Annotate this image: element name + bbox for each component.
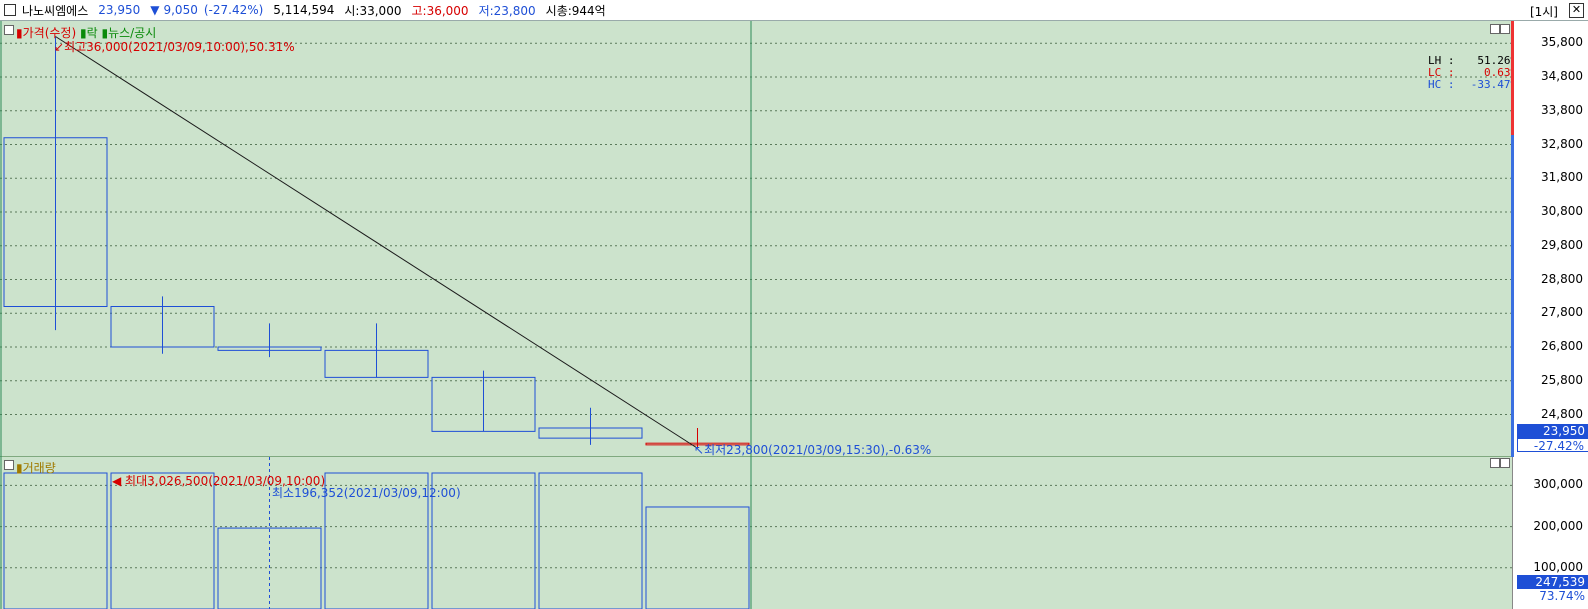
min-price-label: 최저23,800(2021/03/09,15:30),-0.63% bbox=[704, 443, 932, 457]
volume-legend-label: 거래량 bbox=[22, 461, 56, 475]
volume-axis: 300,000 200,000 100,000 247,539 73.74% bbox=[1512, 457, 1588, 609]
price-axis-tick: 25,800 bbox=[1541, 372, 1583, 387]
current-price: 23,950 bbox=[98, 3, 141, 17]
volume-bar bbox=[3, 472, 108, 609]
volume-axis-tick: 300,000 bbox=[1533, 477, 1583, 492]
price-chart-panel[interactable]: ▮가격(수정) ▮락 ▮뉴스/공시 ↙최고36,000(2021/03/09,1… bbox=[0, 21, 1517, 458]
volume-legend: ▮거래량 bbox=[16, 459, 56, 476]
price-axis-tick: 26,800 bbox=[1541, 339, 1583, 353]
price-change-pct: (-27.42%) bbox=[203, 3, 264, 17]
down-range-bar bbox=[1511, 135, 1514, 457]
min-volume-label: 최소196,352(2021/03/09,12:00) bbox=[272, 486, 461, 500]
current-volume-tag: 247,539 bbox=[1517, 575, 1588, 589]
low-group: 저:23,800 bbox=[479, 2, 536, 19]
min-price-annotation: ↖최저23,800(2021/03/09,15:30),-0.63% bbox=[694, 441, 931, 458]
volume-bar bbox=[645, 506, 750, 609]
stock-checkbox[interactable] bbox=[4, 4, 16, 16]
price-change: 9,050 bbox=[163, 3, 198, 17]
volume-axis-tick: 200,000 bbox=[1533, 518, 1583, 533]
high-price: 36,000 bbox=[426, 3, 469, 18]
low-price: 23,800 bbox=[493, 3, 536, 18]
price-axis-tick: 33,800 bbox=[1541, 102, 1583, 117]
max-arrow-icon: ↙ bbox=[54, 40, 65, 54]
price-axis-tick: 30,800 bbox=[1541, 204, 1583, 218]
volume-legend-marker-icon: ▮ bbox=[16, 461, 23, 475]
panel-menu-icon[interactable] bbox=[4, 25, 14, 35]
stat-hc: HC : -33.47% bbox=[1428, 78, 1518, 91]
min-arrow-icon: ↖ bbox=[694, 443, 705, 457]
market-cap-group: 시총:944억 bbox=[546, 2, 606, 19]
volume-chart-panel[interactable]: ▮거래량 ◀ 최대3,026,500(2021/03/09,10:00) 최소1… bbox=[0, 457, 1512, 609]
range-stats: LH : 51.26% LC : 0.63% HC : -33.47% bbox=[1428, 55, 1517, 91]
current-price-tag: 23,950 bbox=[1517, 424, 1588, 438]
stock-header-bar: 나노씨엠에스 23,950 ▼ 9,050 (-27.42%) 5,114,59… bbox=[0, 0, 1588, 21]
max-price-label: 최고36,000(2021/03/09,10:00),50.31% bbox=[64, 40, 295, 54]
price-chart-canvas bbox=[0, 21, 1512, 457]
volume-panel-menu-icon[interactable] bbox=[4, 460, 14, 470]
open-label: 시: bbox=[344, 3, 360, 18]
change-arrow-icon: ▼ bbox=[150, 3, 160, 17]
volume-panel-close-icon[interactable] bbox=[1500, 458, 1510, 468]
max-volume-marker-icon: ◀ bbox=[112, 474, 126, 488]
max-price-annotation: ↙최고36,000(2021/03/09,10:00),50.31% bbox=[54, 38, 295, 55]
up-range-bar bbox=[1511, 21, 1514, 135]
price-axis-tick: 31,800 bbox=[1541, 170, 1583, 185]
current-price-pct: -27.42% bbox=[1517, 438, 1588, 453]
period-selector[interactable]: [1시] bbox=[1530, 3, 1558, 20]
market-cap-label: 시총: bbox=[545, 3, 572, 18]
price-axis-tick: 35,800 bbox=[1541, 35, 1583, 50]
price-axis: 35,800 34,800 33,800 32,800 31,800 30,800 29,8… bbox=[1511, 21, 1588, 457]
panel-restore-icon[interactable] bbox=[1490, 24, 1500, 34]
price-axis-tick: 27,800 bbox=[1541, 305, 1583, 320]
price-axis-tick: 32,800 bbox=[1541, 136, 1583, 151]
close-icon[interactable]: ✕ bbox=[1569, 3, 1584, 18]
market-cap: 944억 bbox=[571, 3, 606, 18]
high-label: 고: bbox=[411, 3, 427, 18]
price-axis-tick: 24,800 bbox=[1541, 406, 1583, 421]
price-legend-marker-icon: ▮ bbox=[16, 26, 23, 40]
volume-axis-tick: 100,000 bbox=[1533, 559, 1583, 574]
current-volume-pct: 73.74% bbox=[1539, 589, 1585, 603]
price-axis-tick: 34,800 bbox=[1541, 69, 1583, 83]
low-label: 저: bbox=[478, 3, 494, 18]
volume-bar bbox=[110, 472, 215, 609]
open-group: 시:33,000 bbox=[344, 2, 401, 19]
high-group: 고:36,000 bbox=[411, 2, 468, 19]
open-price: 33,000 bbox=[359, 3, 402, 18]
volume-panel-restore-icon[interactable] bbox=[1490, 458, 1500, 468]
panel-close-icon[interactable] bbox=[1500, 24, 1510, 34]
stock-name: 나노씨엠에스 bbox=[22, 3, 89, 18]
trend-line bbox=[55, 36, 698, 449]
volume-bar bbox=[538, 472, 643, 609]
trade-volume: 5,114,594 bbox=[273, 3, 335, 17]
price-axis-tick: 28,800 bbox=[1541, 271, 1583, 286]
price-axis-tick: 29,800 bbox=[1541, 237, 1583, 252]
